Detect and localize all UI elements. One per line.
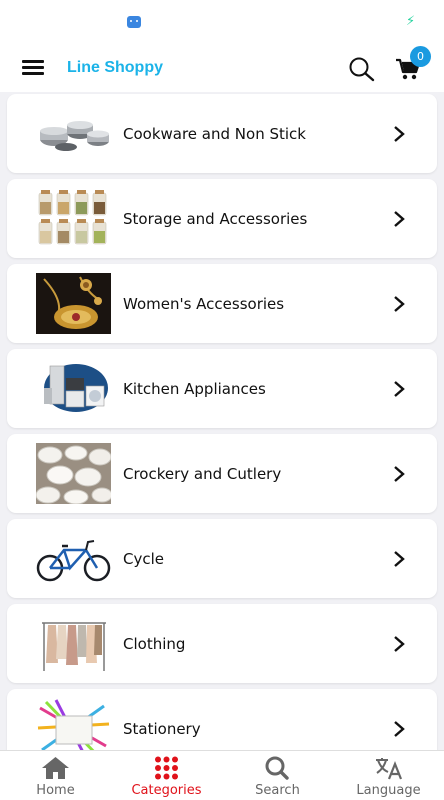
chevron-right-icon bbox=[394, 721, 405, 737]
category-label: Women's Accessories bbox=[123, 295, 285, 313]
status-bar: ⚡ bbox=[0, 0, 444, 44]
nav-search[interactable]: Search bbox=[222, 751, 333, 800]
category-item-clothing[interactable]: Clothing bbox=[7, 604, 437, 683]
nav-label: Language bbox=[356, 783, 421, 798]
category-label: Stationery bbox=[123, 720, 201, 738]
cookware-image bbox=[36, 103, 111, 164]
android-notification-icon bbox=[127, 16, 141, 28]
category-label: Storage and Accessories bbox=[123, 210, 308, 228]
category-label: Cookware and Non Stick bbox=[123, 125, 306, 143]
app-bar: Line Shoppy 0 bbox=[0, 44, 444, 92]
category-label: Cycle bbox=[123, 550, 164, 568]
chevron-right-icon bbox=[394, 126, 405, 142]
chevron-right-icon bbox=[394, 551, 405, 567]
category-label: Clothing bbox=[123, 635, 186, 653]
bicycle-image bbox=[36, 528, 111, 589]
category-item-crockery[interactable]: Crockery and Cutlery bbox=[7, 434, 437, 513]
category-item-storage[interactable]: Storage and Accessories bbox=[7, 179, 437, 258]
category-item-cookware[interactable]: Cookware and Non Stick bbox=[7, 94, 437, 173]
nav-categories[interactable]: Categories bbox=[111, 751, 222, 800]
category-item-stationery[interactable]: Stationery bbox=[7, 689, 437, 750]
chevron-right-icon bbox=[394, 636, 405, 652]
category-item-kitchen-appliances[interactable]: Kitchen Appliances bbox=[7, 349, 437, 428]
home-icon bbox=[42, 757, 69, 779]
nav-label: Search bbox=[255, 783, 300, 798]
chevron-right-icon bbox=[394, 296, 405, 312]
category-item-cycle[interactable]: Cycle bbox=[7, 519, 437, 598]
translate-icon bbox=[376, 758, 403, 780]
search-icon[interactable] bbox=[348, 56, 376, 82]
nav-label: Home bbox=[36, 783, 75, 798]
chevron-right-icon bbox=[394, 381, 405, 397]
nav-label: Categories bbox=[131, 783, 202, 798]
bottom-navigation: Home Categories Search Language bbox=[0, 750, 444, 800]
chevron-right-icon bbox=[394, 466, 405, 482]
crockery-image bbox=[36, 443, 111, 504]
clothing-rack-image bbox=[36, 613, 111, 674]
category-label: Kitchen Appliances bbox=[123, 380, 266, 398]
grid-icon bbox=[155, 756, 178, 780]
category-item-womens-accessories[interactable]: Women's Accessories bbox=[7, 264, 437, 343]
stationery-image bbox=[36, 698, 111, 750]
storage-jars-image bbox=[36, 188, 111, 249]
category-label: Crockery and Cutlery bbox=[123, 465, 282, 483]
menu-icon[interactable] bbox=[22, 60, 44, 78]
chevron-right-icon bbox=[394, 211, 405, 227]
cart-count-badge: 0 bbox=[410, 46, 431, 67]
category-list: Cookware and Non Stick Storage and Acces… bbox=[0, 92, 444, 750]
appliances-image bbox=[36, 358, 111, 419]
nav-home[interactable]: Home bbox=[0, 751, 111, 800]
jewelry-image bbox=[36, 273, 111, 334]
charging-icon: ⚡ bbox=[406, 14, 416, 29]
search-icon bbox=[265, 756, 289, 780]
app-title: Line Shoppy bbox=[67, 59, 163, 76]
nav-language[interactable]: Language bbox=[333, 751, 444, 800]
